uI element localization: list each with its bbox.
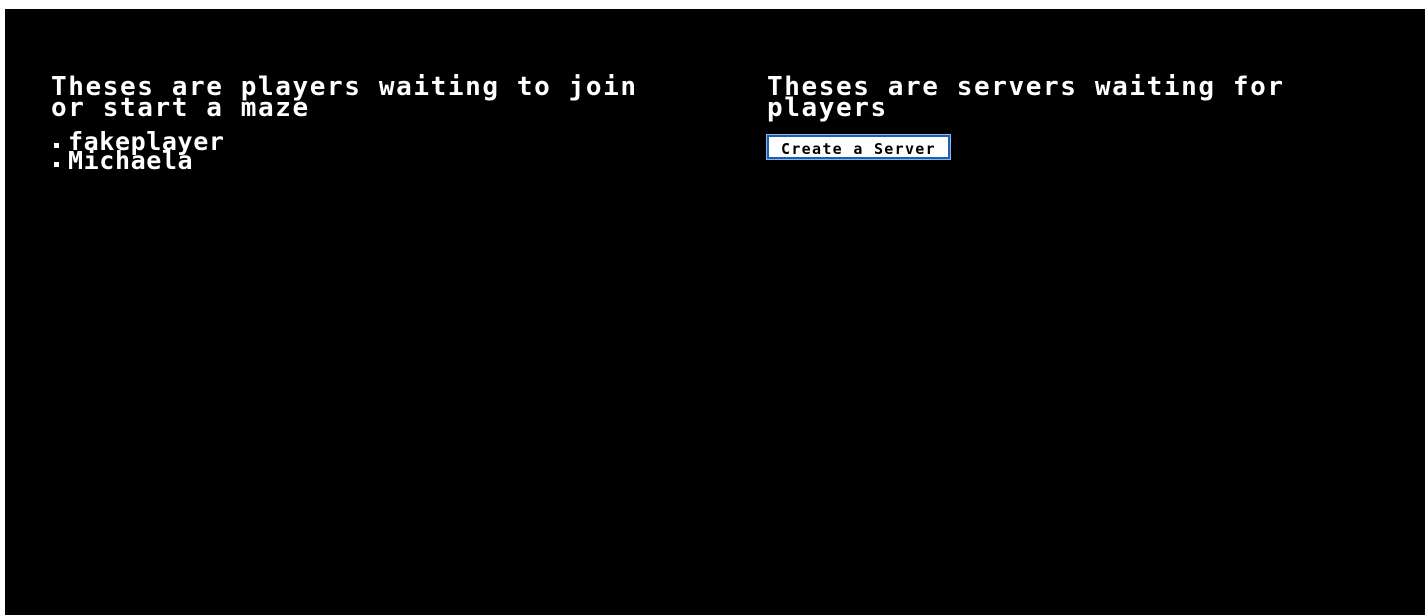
bullet-icon xyxy=(54,143,59,148)
bullet-icon xyxy=(54,162,59,167)
create-server-button[interactable]: Create a Server xyxy=(767,135,950,159)
servers-panel: Theses are servers waiting for players C… xyxy=(767,72,1407,159)
servers-heading: Theses are servers waiting for players xyxy=(767,72,1285,123)
lobby-screen: Theses are players waiting to join or st… xyxy=(5,9,1425,615)
players-heading: Theses are players waiting to join or st… xyxy=(51,72,638,123)
player-list: fakeplayer Michaela xyxy=(51,129,671,175)
list-item: Michaela xyxy=(51,146,671,175)
player-name: Michaela xyxy=(68,146,194,175)
players-panel: Theses are players waiting to join or st… xyxy=(51,72,671,175)
